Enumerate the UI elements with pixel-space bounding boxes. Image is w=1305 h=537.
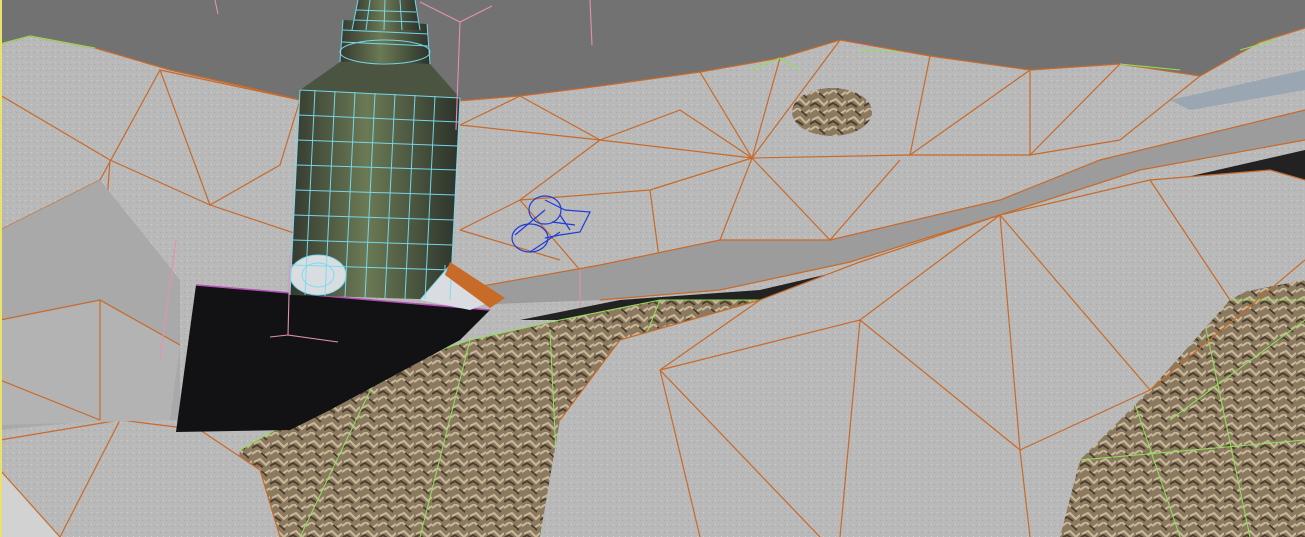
3d-viewport[interactable] [0,0,1305,537]
viewport-scene[interactable] [0,0,1305,537]
